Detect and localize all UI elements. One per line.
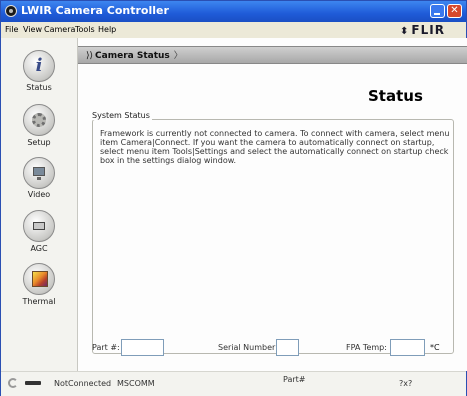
menu-view[interactable]: View [23,25,42,34]
window-title: LWIR Camera Controller [21,4,169,17]
connection-icon [25,381,41,385]
minimize-button[interactable] [430,4,445,18]
serial-number-label: Serial Number: [218,343,278,352]
status-connection: NotConnected [54,379,112,388]
sidebar-item-video[interactable] [23,157,55,189]
close-button[interactable]: ✕ [447,4,462,18]
main-panel: ⟩⟩ Camera Status 〉 Status System Status Fr… [77,38,467,371]
info-icon: i [35,55,43,76]
menu-camera[interactable]: Camera [44,25,75,34]
fpa-temp-unit: *C [430,343,440,352]
fpa-temp-field[interactable] [390,339,425,356]
refresh-icon[interactable] [8,378,18,388]
part-number-label: Part #: [92,343,120,352]
flir-arrow-icon: ⬍ [400,26,410,37]
sidebar-label-agc: AGC [30,244,48,253]
status-part: Part# [283,375,306,384]
menu-tools[interactable]: Tools [75,25,95,34]
title-bar[interactable]: LWIR Camera Controller ✕ [1,1,466,22]
breadcrumb-current[interactable]: ⟩⟩ Camera Status 〉 [86,48,183,61]
status-protocol: MSCOMM [117,379,155,388]
sidebar-label-video: Video [27,190,51,199]
sidebar-label-thermal: Thermal [22,297,56,306]
status-bar: NotConnected MSCOMM Part# ?x? [1,371,466,396]
sidebar-item-status[interactable]: i [23,50,55,82]
breadcrumb-chevron-icon: ⟩⟩ [86,51,94,61]
thermal-icon [32,271,48,287]
agc-icon [33,222,45,230]
breadcrumb: ⟩⟩ Camera Status 〉 [78,46,467,64]
serial-number-field[interactable] [276,339,299,356]
app-icon [5,5,17,17]
part-number-field[interactable] [121,339,164,356]
flir-logo: ⬍ FLIR [400,23,445,37]
sidebar-item-thermal[interactable] [23,263,55,295]
system-status-legend: System Status [90,111,152,120]
monitor-icon [33,167,45,180]
breadcrumb-end-chevron-icon: 〉 [173,51,183,61]
menu-help[interactable]: Help [98,25,116,34]
status-extra: ?x? [399,379,413,388]
sidebar-item-agc[interactable] [23,210,55,242]
app-window: LWIR Camera Controller ✕ File View Camer… [0,0,467,396]
sidebar-item-setup[interactable] [23,104,55,136]
sidebar: i Status Setup Video AGC Thermal [1,38,77,371]
sidebar-label-status: Status [26,83,52,92]
menu-file[interactable]: File [5,25,18,34]
gear-icon [32,113,46,127]
sidebar-label-setup: Setup [27,138,51,147]
page-title: Status [368,87,423,105]
menu-bar: File View Camera Tools Help ⬍ FLIR [1,22,466,38]
breadcrumb-label: Camera Status [95,51,170,61]
status-message: Framework is currently not connected to … [100,129,450,165]
fpa-temp-label: FPA Temp: [346,343,387,352]
flir-logo-text: FLIR [411,23,445,37]
